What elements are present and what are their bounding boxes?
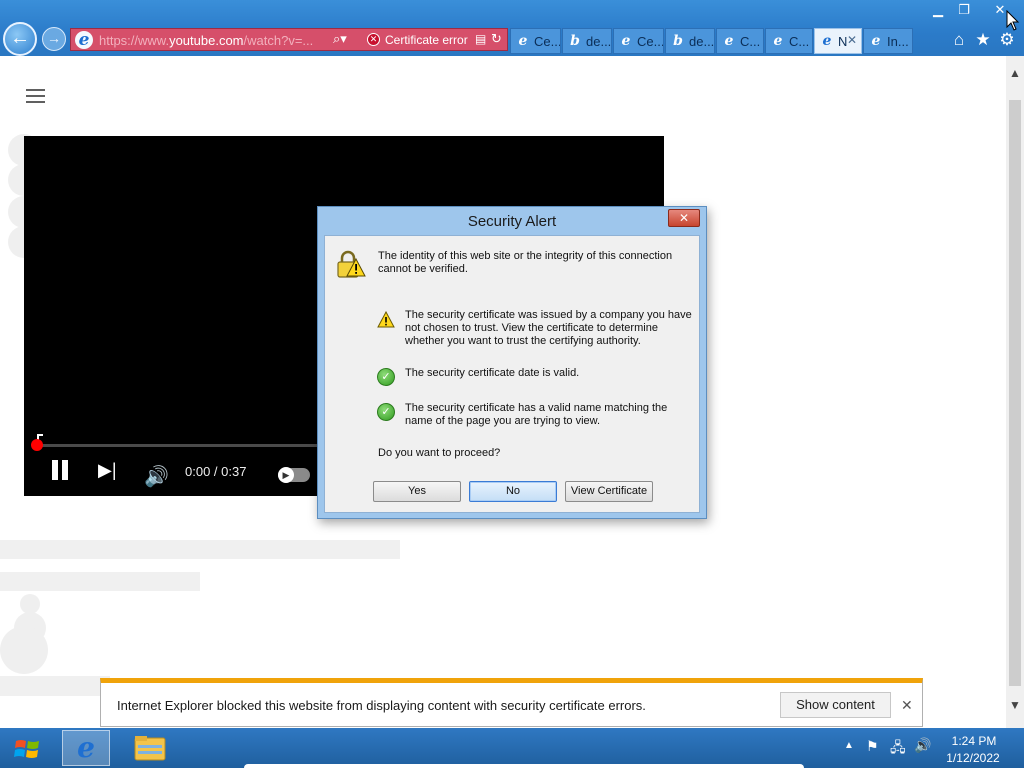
warning-icon bbox=[377, 311, 395, 328]
ie-icon: e bbox=[724, 33, 734, 49]
url-text[interactable]: https://www.youtube.com/watch?v=... bbox=[99, 33, 313, 48]
placeholder-avatar bbox=[0, 626, 48, 674]
show-hidden-icons-icon[interactable]: ▲ bbox=[844, 740, 854, 751]
taskbar-preview-strip bbox=[244, 764, 804, 768]
volume-tray-icon[interactable]: 🔊 bbox=[914, 737, 931, 754]
windows-start-icon[interactable] bbox=[8, 734, 48, 764]
ie-icon: e bbox=[822, 33, 832, 49]
ie-icon: e bbox=[621, 33, 631, 49]
certificate-error-icon[interactable]: ✕ bbox=[367, 33, 380, 46]
bing-icon: b bbox=[570, 33, 580, 49]
dialog-body: The identity of this web site or the int… bbox=[324, 235, 700, 513]
notification-bar: Internet Explorer blocked this website f… bbox=[100, 678, 923, 727]
tab-label: de... bbox=[689, 34, 715, 49]
dialog-intro-text: The identity of this web site or the int… bbox=[378, 250, 673, 275]
ie-icon: e bbox=[871, 33, 881, 49]
browser-title-bar: ▁ ❐ ✕ ← → e https://www.youtube.com/watc… bbox=[0, 0, 1024, 56]
volume-icon[interactable]: 🔊 bbox=[144, 464, 169, 489]
next-button[interactable]: ▶| bbox=[98, 460, 117, 481]
placeholder-subtitle bbox=[0, 572, 200, 591]
close-notification-icon[interactable]: ✕ bbox=[901, 697, 913, 714]
dialog-title: Security Alert bbox=[467, 213, 557, 230]
placeholder-avatar bbox=[20, 594, 40, 614]
autoplay-toggle[interactable]: ▶ bbox=[278, 467, 310, 483]
ie-icon: e bbox=[75, 31, 93, 49]
file-explorer-taskbar-icon[interactable] bbox=[132, 734, 168, 762]
favorites-icon[interactable]: ★ bbox=[972, 30, 994, 50]
url-suffix: /watch?v=... bbox=[243, 33, 314, 48]
tab-5[interactable]: e C... bbox=[716, 28, 764, 54]
url-domain: youtube.com bbox=[169, 33, 244, 48]
check-icon: ✓ bbox=[377, 403, 395, 421]
tab-label: C... bbox=[789, 34, 810, 49]
home-icon[interactable]: ⌂ bbox=[948, 30, 970, 50]
time-display: 0:00 / 0:37 bbox=[185, 464, 247, 479]
minimize-button[interactable]: ▁ bbox=[926, 0, 950, 20]
tab-label: C... bbox=[740, 34, 761, 49]
pause-button[interactable] bbox=[50, 460, 70, 482]
check-icon: ✓ bbox=[377, 368, 395, 386]
tab-label: Ce... bbox=[637, 34, 664, 49]
internet-explorer-taskbar-icon[interactable]: e bbox=[62, 730, 110, 766]
bing-icon: b bbox=[673, 33, 683, 49]
clock-time[interactable]: 1:24 PM bbox=[944, 734, 1004, 748]
security-alert-dialog: Security Alert ✕ The identity of this we… bbox=[317, 206, 707, 519]
show-content-button[interactable]: Show content bbox=[780, 692, 891, 718]
address-bar[interactable]: e https://www.youtube.com/watch?v=... ⌕▾… bbox=[70, 28, 508, 51]
scroll-down-arrow-icon[interactable]: ▼ bbox=[1006, 698, 1024, 712]
view-certificate-button[interactable]: View Certificate bbox=[565, 481, 653, 502]
certificate-name-status: The security certificate has a valid nam… bbox=[405, 402, 668, 427]
network-icon[interactable]: 🖧 bbox=[890, 737, 906, 761]
action-center-flag-icon[interactable]: ⚑ bbox=[866, 738, 879, 755]
placeholder-title bbox=[0, 540, 400, 559]
no-button[interactable]: No bbox=[469, 481, 557, 502]
scroll-up-arrow-icon[interactable]: ▲ bbox=[1006, 66, 1024, 80]
certificate-date-status: The security certificate date is valid. bbox=[405, 367, 580, 379]
dialog-close-button[interactable]: ✕ bbox=[668, 209, 700, 227]
refresh-icon[interactable]: ↻ bbox=[491, 31, 502, 47]
tab-3[interactable]: e Ce... bbox=[613, 28, 664, 54]
security-lock-warning-icon bbox=[337, 250, 366, 278]
tab-8[interactable]: e In... bbox=[863, 28, 913, 54]
tab-label: de... bbox=[586, 34, 612, 49]
forward-button[interactable]: → bbox=[42, 27, 66, 51]
tab-4[interactable]: b de... bbox=[665, 28, 715, 54]
certificate-error-label[interactable]: Certificate error bbox=[385, 33, 468, 47]
tab-1[interactable]: e Ce... bbox=[510, 28, 561, 54]
notification-message: Internet Explorer blocked this website f… bbox=[117, 698, 646, 713]
certificate-trust-warning: The security certificate was issued by a… bbox=[405, 309, 692, 347]
scrollbar-thumb[interactable] bbox=[1009, 100, 1021, 686]
ie-icon: e bbox=[773, 33, 783, 49]
taskbar: e ▲ ⚑ 🖧 🔊 1:24 PM 1/12/2022 bbox=[0, 728, 1024, 768]
tab-6[interactable]: e C... bbox=[765, 28, 813, 54]
ie-icon: e bbox=[518, 33, 528, 49]
menu-icon[interactable] bbox=[26, 89, 45, 107]
search-dropdown-icon[interactable]: ⌕▾ bbox=[333, 31, 347, 47]
vertical-scrollbar[interactable]: ▲ ▼ bbox=[1006, 56, 1024, 728]
url-prefix: https://www. bbox=[99, 33, 170, 48]
tab-2[interactable]: b de... bbox=[562, 28, 612, 54]
mouse-cursor-icon bbox=[1006, 10, 1020, 31]
placeholder-line bbox=[0, 676, 110, 696]
proceed-question: Do you want to proceed? bbox=[378, 447, 501, 459]
settings-icon[interactable]: ⚙ bbox=[996, 30, 1018, 50]
yes-button[interactable]: Yes bbox=[373, 481, 461, 502]
tab-close-icon[interactable]: ✕ bbox=[847, 33, 857, 47]
progress-scrubber[interactable] bbox=[31, 439, 43, 451]
certificate-icon[interactable]: ▤ bbox=[475, 32, 486, 46]
clock-date[interactable]: 1/12/2022 bbox=[940, 751, 1006, 765]
maximize-button[interactable]: ❐ bbox=[952, 0, 976, 20]
back-button[interactable]: ← bbox=[3, 22, 37, 56]
tab-label: In... bbox=[887, 34, 909, 49]
tab-active[interactable]: eN ✕ bbox=[814, 28, 862, 54]
autoplay-play-icon: ▶ bbox=[278, 467, 294, 483]
tab-label: Ce... bbox=[534, 34, 561, 49]
